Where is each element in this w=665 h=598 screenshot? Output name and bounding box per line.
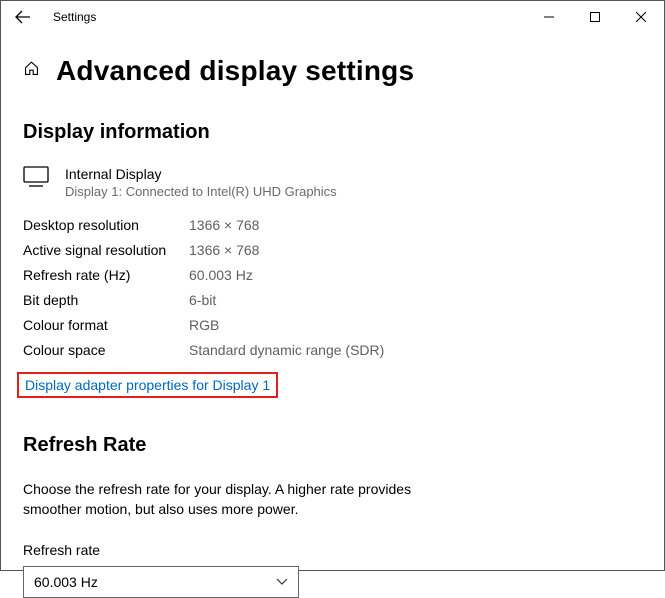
info-label: Bit depth xyxy=(23,292,189,308)
chevron-down-icon xyxy=(276,578,288,585)
titlebar-label: Settings xyxy=(45,10,96,24)
info-value: 1366 × 768 xyxy=(189,242,259,258)
refresh-rate-field-label: Refresh rate xyxy=(23,542,642,558)
titlebar: Settings xyxy=(1,1,664,33)
table-row: Colour space Standard dynamic range (SDR… xyxy=(23,342,642,358)
maximize-icon xyxy=(590,12,600,22)
table-row: Desktop resolution 1366 × 768 xyxy=(23,217,642,233)
close-button[interactable] xyxy=(618,1,664,33)
window-controls xyxy=(526,1,664,33)
close-icon xyxy=(636,12,646,22)
display-info-heading: Display information xyxy=(23,121,642,144)
info-label: Colour space xyxy=(23,342,189,358)
minimize-button[interactable] xyxy=(526,1,572,33)
info-value: RGB xyxy=(189,317,219,333)
info-label: Desktop resolution xyxy=(23,217,189,233)
page-header: Advanced display settings xyxy=(23,55,642,87)
display-adapter-properties-link[interactable]: Display adapter properties for Display 1 xyxy=(17,372,278,398)
info-value: 60.003 Hz xyxy=(189,267,253,283)
device-text: Internal Display Display 1: Connected to… xyxy=(65,166,337,199)
page-title: Advanced display settings xyxy=(56,55,414,87)
info-value: 1366 × 768 xyxy=(189,217,259,233)
info-value: 6-bit xyxy=(189,292,216,308)
table-row: Active signal resolution 1366 × 768 xyxy=(23,242,642,258)
dropdown-selected-value: 60.003 Hz xyxy=(34,574,98,590)
home-icon[interactable] xyxy=(23,60,40,82)
device-name: Internal Display xyxy=(65,166,337,182)
maximize-button[interactable] xyxy=(572,1,618,33)
refresh-rate-heading: Refresh Rate xyxy=(23,434,642,457)
home-glyph-icon xyxy=(23,60,40,77)
device-sub: Display 1: Connected to Intel(R) UHD Gra… xyxy=(65,184,337,199)
back-arrow-icon xyxy=(15,10,31,24)
table-row: Bit depth 6-bit xyxy=(23,292,642,308)
content-area: Advanced display settings Display inform… xyxy=(1,33,664,598)
device-row: Internal Display Display 1: Connected to… xyxy=(23,166,642,199)
table-row: Colour format RGB xyxy=(23,317,642,333)
info-value: Standard dynamic range (SDR) xyxy=(189,342,384,358)
display-info-table: Desktop resolution 1366 × 768 Active sig… xyxy=(23,217,642,358)
monitor-icon xyxy=(23,166,49,188)
minimize-icon xyxy=(544,12,554,22)
back-button[interactable] xyxy=(1,1,45,33)
refresh-rate-description: Choose the refresh rate for your display… xyxy=(23,479,453,520)
info-label: Active signal resolution xyxy=(23,242,189,258)
refresh-rate-dropdown[interactable]: 60.003 Hz xyxy=(23,566,299,598)
info-label: Refresh rate (Hz) xyxy=(23,267,189,283)
table-row: Refresh rate (Hz) 60.003 Hz xyxy=(23,267,642,283)
info-label: Colour format xyxy=(23,317,189,333)
